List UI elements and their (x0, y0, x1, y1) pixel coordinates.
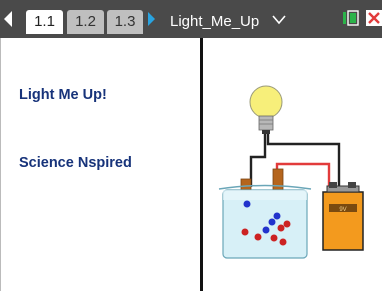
next-tab-icon[interactable] (148, 12, 155, 26)
prev-tab-icon[interactable] (4, 11, 12, 27)
close-icon[interactable] (366, 10, 382, 26)
light-bulb-icon (249, 85, 283, 134)
tab-label: 1.2 (75, 13, 96, 30)
circuit-illustration: 9V (218, 85, 364, 259)
tab-label: 1.1 (34, 13, 55, 30)
battery-label: 9V (339, 207, 346, 213)
toolbar: 1.1 1.2 1.3 Light_Me_Up (0, 0, 382, 38)
battery-icon (343, 10, 359, 26)
page-title: Light Me Up! (19, 87, 107, 103)
dropdown-icon[interactable] (272, 15, 286, 25)
tab-1-3[interactable]: 1.3 (107, 10, 143, 34)
beaker-icon (218, 184, 312, 259)
9v-battery-icon: 9V (322, 182, 364, 251)
document-title[interactable]: Light_Me_Up (170, 12, 259, 32)
tab-1-1[interactable]: 1.1 (26, 10, 63, 34)
tab-label: 1.3 (114, 13, 136, 30)
right-pane: 9V (203, 38, 382, 291)
tab-1-2[interactable]: 1.2 (67, 10, 104, 34)
page-subtitle: Science Nspired (19, 155, 132, 171)
left-pane: Light Me Up! Science Nspired (0, 38, 201, 291)
